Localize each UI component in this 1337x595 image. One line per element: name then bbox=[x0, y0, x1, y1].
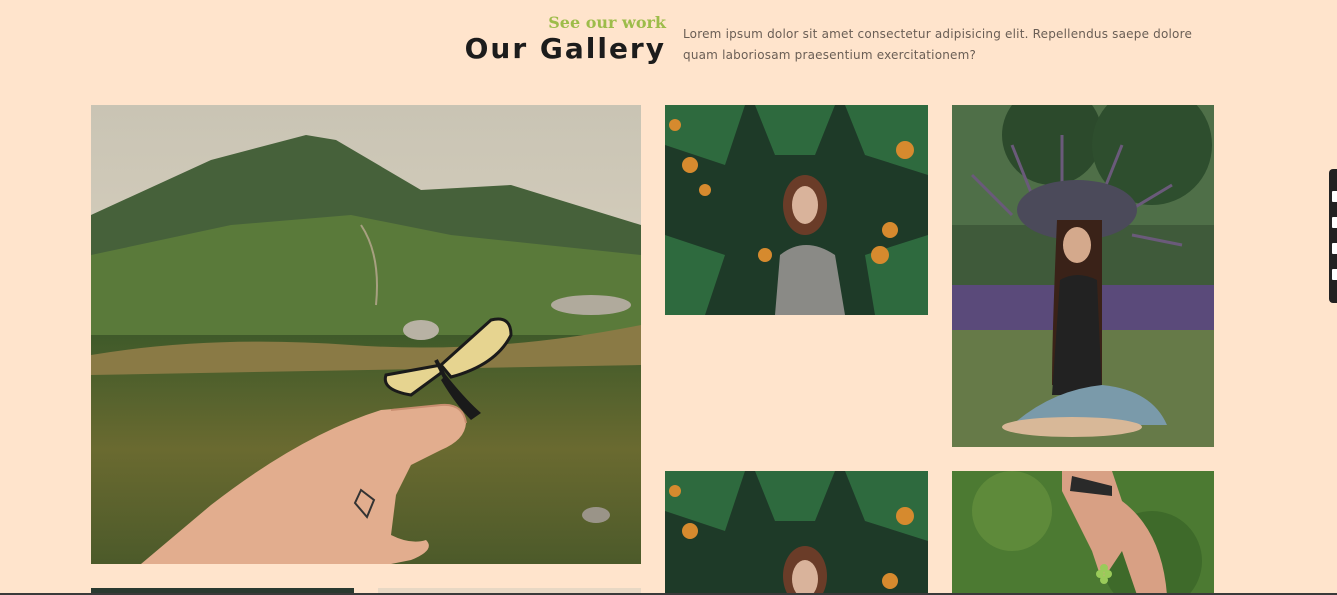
mountain-butterfly-image bbox=[91, 105, 641, 564]
gallery-image-mountain-butterfly[interactable] bbox=[91, 105, 641, 564]
girl-ferns-image-2 bbox=[665, 471, 928, 595]
flower-crown-image bbox=[952, 105, 1214, 447]
side-tool-panel bbox=[1329, 169, 1337, 303]
gear-icon[interactable] bbox=[1332, 269, 1337, 280]
gallery-image-flower-crown[interactable] bbox=[952, 105, 1214, 447]
square-icon[interactable] bbox=[1332, 217, 1337, 228]
message-icon[interactable] bbox=[1332, 243, 1337, 254]
gallery-header: See our work Our Gallery Lorem ipsum dol… bbox=[0, 0, 1337, 90]
section-description: Lorem ipsum dolor sit amet consectetur a… bbox=[683, 27, 1193, 62]
gallery-image-girl-ferns[interactable] bbox=[665, 105, 928, 315]
gallery-image-hand-clover[interactable] bbox=[952, 471, 1214, 595]
section-title: Our Gallery bbox=[464, 32, 666, 65]
square-icon[interactable] bbox=[1332, 191, 1337, 202]
gallery-image-girl-ferns-2[interactable] bbox=[665, 471, 928, 595]
hand-clover-image bbox=[952, 471, 1214, 595]
girl-ferns-image bbox=[665, 105, 928, 315]
section-kicker: See our work bbox=[548, 13, 666, 32]
